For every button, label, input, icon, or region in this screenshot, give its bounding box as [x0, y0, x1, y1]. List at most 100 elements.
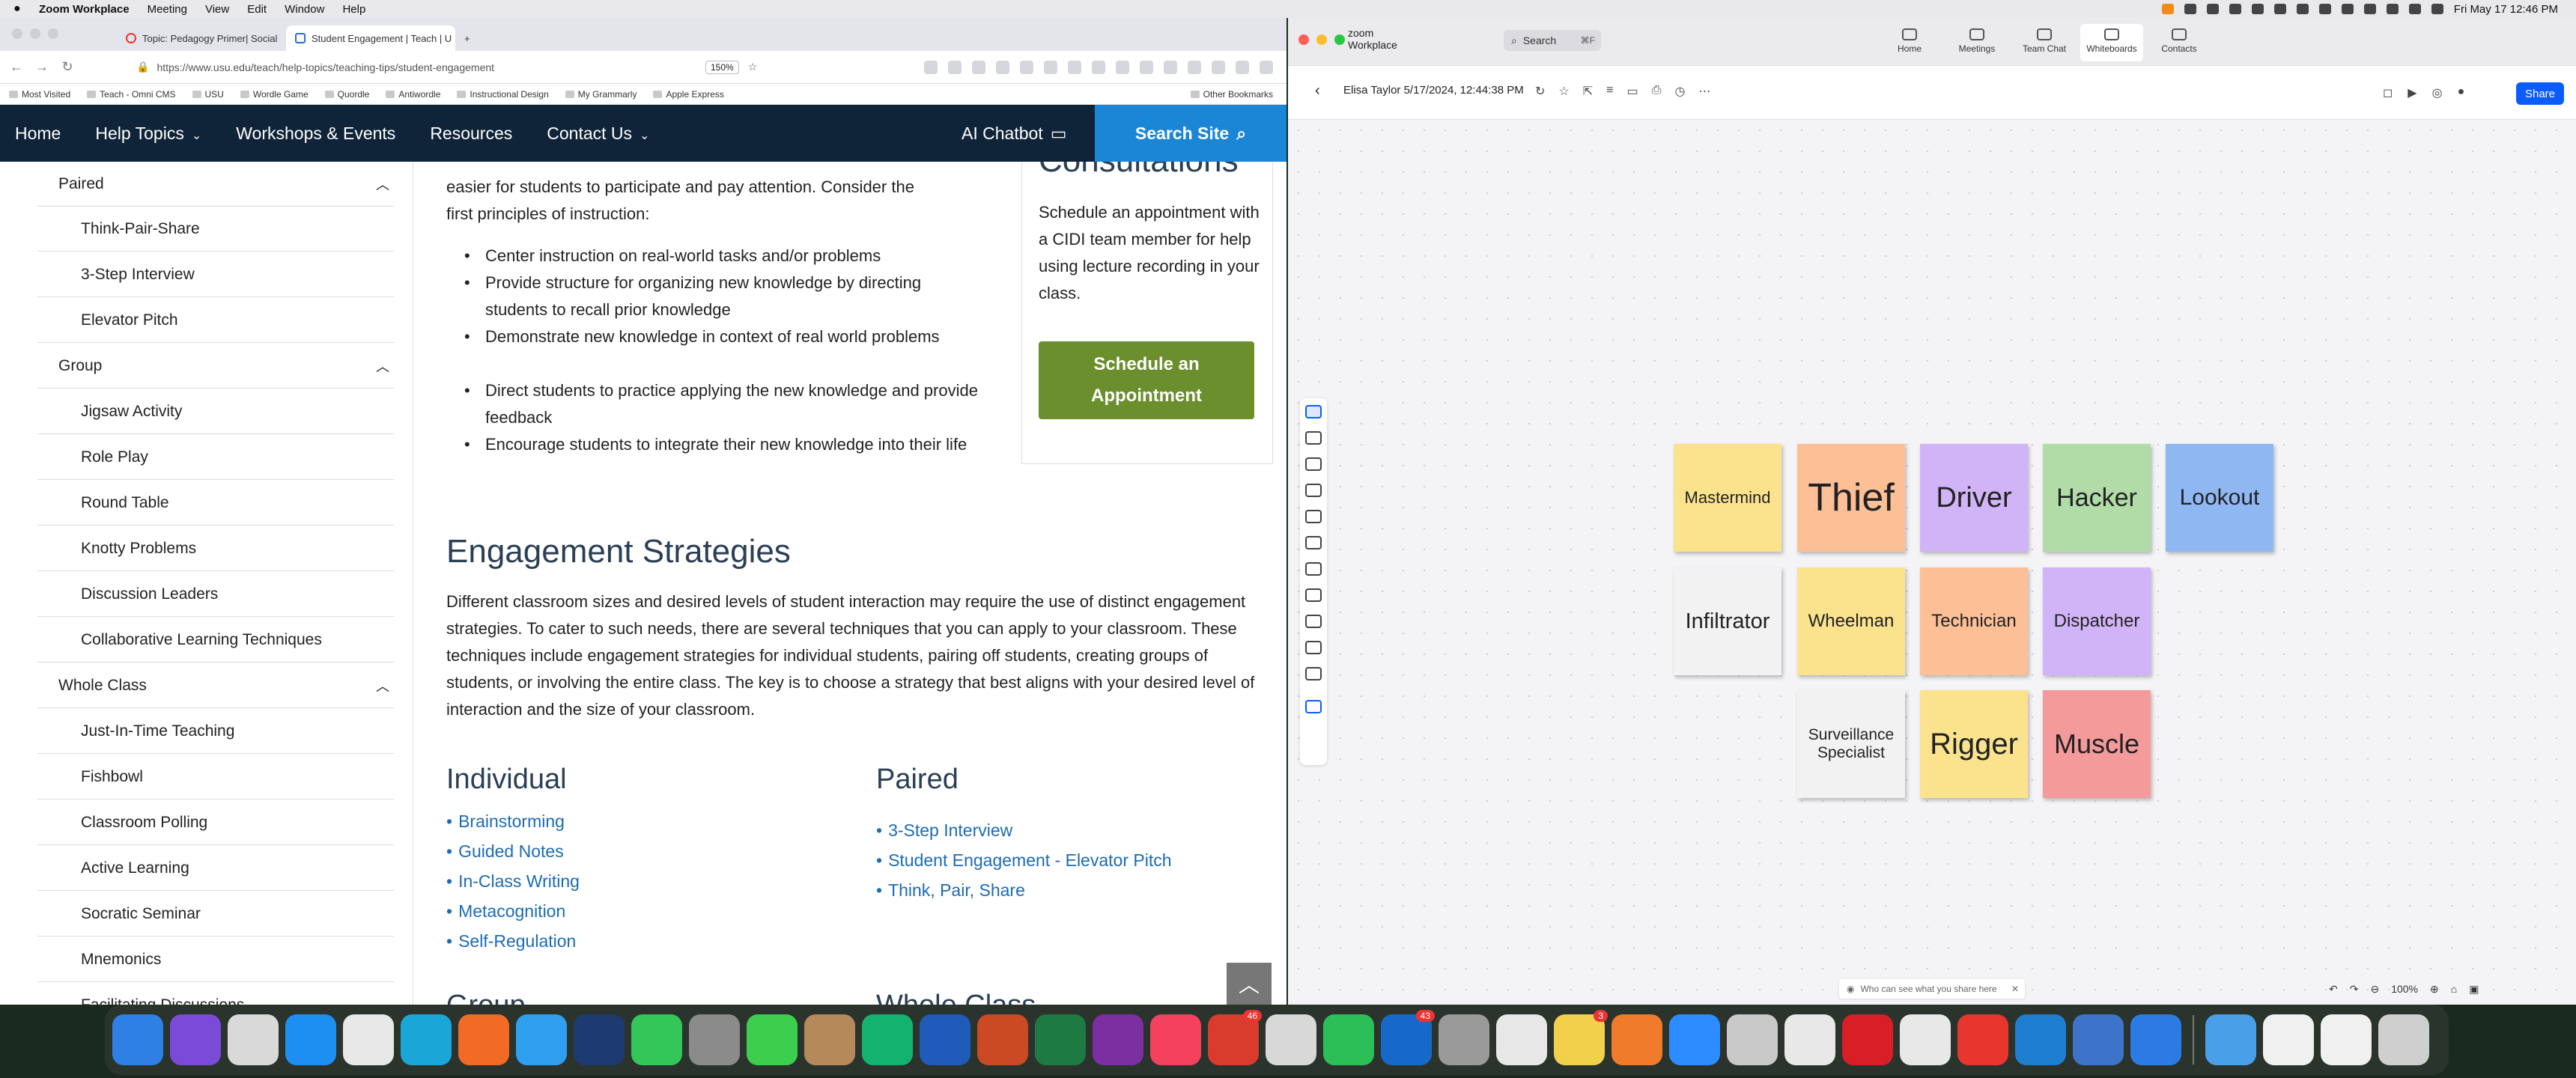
comment-tool-icon[interactable] — [1305, 562, 1322, 576]
sidebar-item[interactable]: Think-Pair-Share — [37, 207, 394, 252]
extension-icon[interactable] — [1188, 60, 1201, 74]
status-app-icon[interactable] — [2296, 4, 2309, 14]
strategy-link[interactable]: 3-Step Interview — [876, 820, 1012, 841]
extension-icon[interactable] — [1092, 60, 1105, 74]
sidebar-item[interactable]: Mnemonics — [37, 937, 394, 982]
menu-view[interactable]: View — [205, 3, 229, 16]
chevron-up-icon[interactable]: ︿ — [376, 356, 389, 376]
sidebar-item[interactable]: Discussion Leaders — [37, 572, 394, 617]
extension-icon[interactable] — [1020, 60, 1033, 74]
menu-edit[interactable]: Edit — [247, 3, 267, 16]
sidebar-item[interactable]: Collaborative Learning Techniques — [37, 618, 394, 663]
pen-tool-icon[interactable] — [1305, 431, 1322, 445]
app-store-icon[interactable] — [285, 1014, 336, 1065]
present-icon[interactable]: ▭ — [1627, 84, 1638, 99]
music-icon[interactable] — [1150, 1014, 1201, 1065]
address-field[interactable]: 🔒 https://www.usu.edu/teach/help-topics/… — [136, 55, 690, 79]
menu-meeting[interactable]: Meeting — [148, 3, 187, 16]
bookmark-star-icon[interactable]: ☆ — [748, 61, 758, 73]
snagit-icon[interactable] — [2073, 1014, 2124, 1065]
extension-icon[interactable] — [924, 60, 938, 74]
bookmark-item[interactable]: USU — [192, 89, 224, 100]
whiteboard-canvas[interactable]: Mastermind Thief Driver Hacker Lookout I… — [1288, 120, 2576, 1005]
schedule-appointment-button[interactable]: Schedule an Appointment — [1039, 341, 1254, 419]
status-app-icon[interactable] — [2229, 4, 2241, 14]
outlook-icon[interactable]: 43 — [1381, 1010, 1435, 1065]
sticky-note[interactable]: Infiltrator — [1674, 567, 1781, 675]
facetime-icon[interactable] — [631, 1014, 682, 1065]
scroll-to-top-button[interactable]: ︿ — [1227, 963, 1272, 1005]
close-window-button[interactable] — [1298, 34, 1309, 45]
strategy-link[interactable]: Guided Notes — [446, 841, 564, 862]
wunderbucket-icon[interactable]: 46 — [1208, 1010, 1262, 1065]
trash-icon[interactable] — [2378, 1014, 2429, 1065]
whiteboard-title[interactable]: Elisa Taylor 5/17/2024, 12:44:38 PM — [1343, 84, 1524, 97]
new-tab-button[interactable]: + — [455, 25, 485, 51]
more-tools-icon[interactable] — [1305, 667, 1322, 680]
safari-icon[interactable] — [516, 1014, 567, 1065]
sidebar-item[interactable]: Jigsaw Activity — [37, 389, 394, 434]
timer-icon[interactable]: ◷ — [1674, 84, 1685, 99]
strategy-link[interactable]: Student Engagement - Elevator Pitch — [876, 850, 1171, 871]
reload-icon[interactable]: ↻ — [58, 59, 76, 75]
sidebar-section-whole-class[interactable]: Whole Class ︿ — [37, 663, 394, 708]
status-app-icon[interactable] — [2363, 4, 2376, 14]
bookmark-item[interactable]: Apple Express — [653, 89, 723, 100]
bookmark-item[interactable]: Instructional Design — [457, 89, 548, 100]
bookmark-item[interactable]: Quordle — [325, 89, 370, 100]
other-bookmarks[interactable]: Other Bookmarks — [1191, 89, 1273, 100]
zoom-app-icon[interactable] — [1669, 1014, 1720, 1065]
sticky-note[interactable]: Thief — [1797, 444, 1905, 552]
slack-icon[interactable] — [1496, 1014, 1547, 1065]
address-url[interactable]: https://www.usu.edu/teach/help-topics/te… — [157, 61, 494, 73]
frame-tool-icon[interactable] — [1305, 588, 1322, 602]
undo-icon[interactable]: ↶ — [2329, 983, 2338, 996]
zoom-indicator[interactable]: 150% — [705, 60, 739, 74]
extension-icon[interactable] — [972, 60, 985, 74]
comment-icon[interactable]: ◻ — [2383, 85, 2393, 100]
status-app-icon[interactable] — [2341, 4, 2354, 14]
powerpoint-icon[interactable] — [977, 1014, 1028, 1065]
zoom-tab-whiteboards[interactable]: Whiteboards — [2080, 24, 2143, 61]
extension-icon[interactable] — [1116, 60, 1129, 74]
downloads-folder-icon[interactable] — [2205, 1014, 2256, 1065]
zoom-window-button[interactable] — [1334, 34, 1345, 45]
status-app-icon[interactable] — [2318, 4, 2331, 14]
status-app-icon[interactable] — [2184, 4, 2196, 14]
close-window-button[interactable] — [12, 28, 22, 39]
strategy-link[interactable]: Brainstorming — [446, 811, 565, 832]
excel-icon[interactable] — [1035, 1014, 1086, 1065]
health-app-icon[interactable] — [2130, 1014, 2181, 1065]
zoom-tab-contacts[interactable]: Contacts — [2148, 24, 2211, 61]
minimize-window-button[interactable] — [1316, 34, 1327, 45]
onenote-icon[interactable] — [1093, 1014, 1143, 1065]
share-button[interactable]: Share — [2516, 82, 2564, 105]
sidebar-item[interactable]: Active Learning — [37, 846, 394, 891]
extension-icon[interactable] — [1164, 60, 1177, 74]
finder-icon[interactable] — [112, 1014, 163, 1065]
sidebar-item[interactable]: Fishbowl — [37, 755, 394, 800]
word-icon[interactable] — [920, 1014, 970, 1065]
sidebar-section-group[interactable]: Group ︿ — [37, 344, 394, 389]
zoom-window-button[interactable] — [48, 28, 58, 39]
nav-workshops[interactable]: Workshops & Events — [236, 124, 395, 144]
search-site-button[interactable]: Search Site ⌕ — [1095, 105, 1287, 162]
zoom-workplace-icon[interactable] — [2015, 1014, 2066, 1065]
system-settings-icon[interactable] — [689, 1014, 740, 1065]
chevron-up-icon[interactable]: ︿ — [376, 676, 389, 695]
select-tool-icon[interactable] — [1305, 405, 1322, 418]
edge-icon[interactable] — [401, 1014, 452, 1065]
wifi-icon[interactable] — [2386, 4, 2399, 14]
back-icon[interactable]: ← — [7, 59, 25, 75]
chrome-icon[interactable] — [343, 1014, 394, 1065]
phone-app-icon[interactable] — [574, 1014, 625, 1065]
browser-tab[interactable]: Topic: Pedagogy Primer| Social — [117, 25, 286, 51]
line-tool-icon[interactable] — [1305, 484, 1322, 497]
preview-icon[interactable] — [1727, 1014, 1778, 1065]
menu-icon[interactable] — [1260, 60, 1273, 74]
evernote-icon[interactable] — [1323, 1014, 1374, 1065]
sync-icon[interactable]: ↻ — [1535, 84, 1545, 99]
launchpad-icon[interactable] — [228, 1014, 279, 1065]
screen-recorder-icon[interactable] — [1957, 1014, 2008, 1065]
sticky-note[interactable]: Hacker — [2043, 444, 2151, 552]
